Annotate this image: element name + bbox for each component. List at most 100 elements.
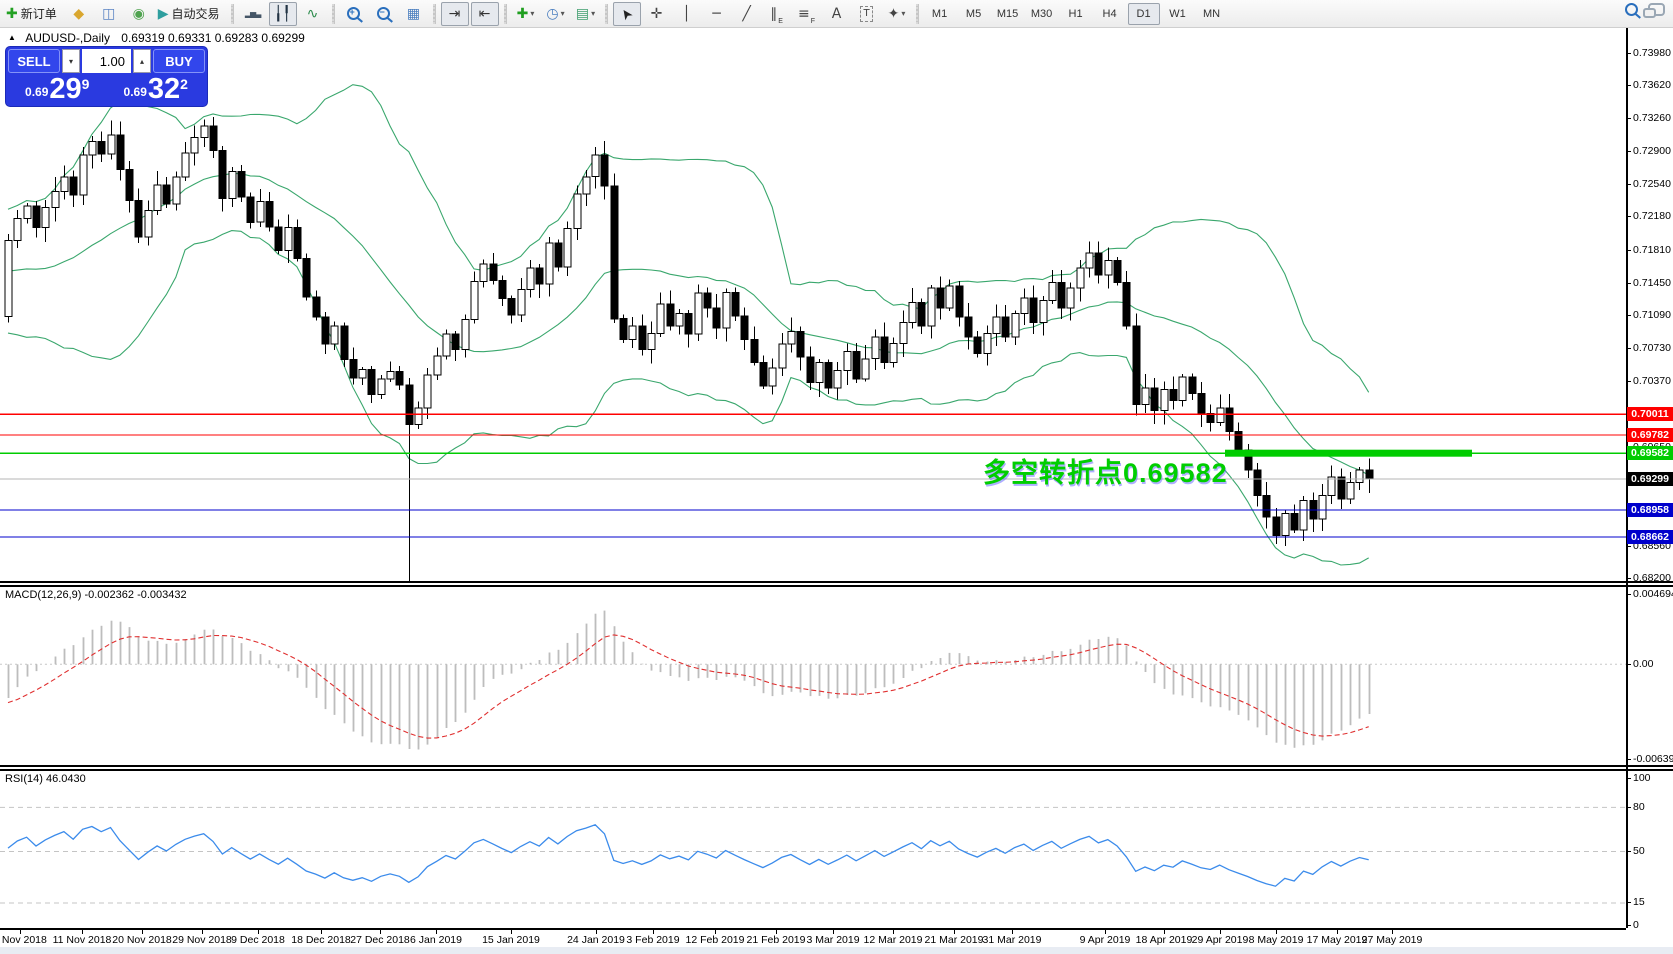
add-indicator-button[interactable]: ✚ ▾: [512, 2, 540, 26]
chart-shift-button[interactable]: ⇤: [470, 1, 499, 26]
timeframe-toolbar: M1 M5 M15 M30 H1 H4 D1 W1 MN: [923, 2, 1229, 25]
date-axis-label[interactable]: 27 May 2019: [1362, 934, 1423, 946]
price-axis-label: 0.71450: [1633, 276, 1671, 289]
timeframe-h4-button[interactable]: H4: [1094, 3, 1126, 25]
buy-price-big: 32: [147, 73, 181, 105]
timeframe-d1-button[interactable]: D1: [1127, 2, 1160, 25]
chat-icon[interactable]: [1643, 3, 1665, 18]
sell-price-sup: 9: [81, 76, 90, 92]
crosshair-button[interactable]: ✛: [643, 2, 671, 26]
zoom-in-button[interactable]: +: [340, 2, 368, 26]
price-axis-tick: [1626, 183, 1631, 185]
horizontal-line-button[interactable]: ─: [703, 2, 731, 26]
fibonacci-icon: ≡: [798, 5, 810, 22]
date-axis-label[interactable]: 12 Mar 2019: [864, 934, 923, 946]
search-icon[interactable]: [1625, 3, 1638, 16]
toolbar-separator: [604, 3, 608, 24]
equidistant-channel-sub-label: E: [778, 17, 783, 25]
timeframe-m5-button[interactable]: M5: [958, 3, 990, 25]
date-axis-label[interactable]: 9 Dec 2018: [231, 934, 285, 946]
trendline-button[interactable]: ╱: [733, 2, 761, 26]
date-axis-label[interactable]: 3 Feb 2019: [626, 934, 679, 946]
time-axis-border: [0, 928, 1626, 930]
date-axis-label[interactable]: 21 Feb 2019: [747, 934, 806, 946]
price-axis-tick: [1626, 315, 1631, 317]
timeframe-m1-button[interactable]: M1: [924, 3, 956, 25]
text-button[interactable]: A: [823, 2, 851, 26]
toolbar-separator: [331, 3, 335, 24]
fibonacci-button[interactable]: ≡ F: [793, 2, 821, 26]
chevron-down-icon: ▾: [530, 9, 535, 18]
volume-decrease-button[interactable]: ▾: [62, 49, 80, 73]
pane-separator[interactable]: [0, 765, 1673, 767]
periods-dropdown-button[interactable]: ◷ ▾: [542, 2, 570, 26]
panel-collapse-arrow[interactable]: ▲: [8, 33, 16, 42]
price-axis-tick: [1626, 118, 1631, 120]
timeframe-mn-button[interactable]: MN: [1196, 3, 1228, 25]
date-axis-label[interactable]: 27 Dec 2018: [350, 934, 410, 946]
price-axis-label: 0.73980: [1633, 46, 1671, 59]
signals-button[interactable]: ◉: [125, 2, 153, 26]
price-level-badge: 0.69582: [1627, 446, 1673, 461]
pane-separator[interactable]: [0, 768, 1673, 771]
date-axis-label[interactable]: 29 Apr 2019: [1192, 934, 1249, 946]
toolbar-separator: [915, 3, 919, 24]
price-axis-label: 0.72180: [1633, 210, 1671, 223]
timeframe-m30-button[interactable]: M30: [1026, 3, 1058, 25]
pane-separator[interactable]: [0, 584, 1673, 587]
vertical-line-button[interactable]: │: [673, 2, 701, 26]
tile-windows-button[interactable]: ▦: [400, 2, 428, 26]
date-axis-label[interactable]: 11 Nov 2018: [53, 934, 112, 946]
price-axis-label: 0.72540: [1633, 177, 1671, 190]
chevron-down-icon: ▾: [591, 9, 596, 18]
template-dropdown-button[interactable]: ▤ ▾: [572, 2, 600, 26]
buy-button[interactable]: BUY: [153, 49, 205, 73]
candlestick-chart-button[interactable]: ╽╿: [268, 1, 297, 26]
rsi-axis-tick: [1626, 851, 1631, 852]
price-axis-label: 0.71090: [1633, 309, 1671, 322]
price-level-badge: 0.68958: [1627, 503, 1673, 518]
timeframe-m15-button[interactable]: M15: [992, 3, 1024, 25]
date-axis-label[interactable]: 17 May 2019: [1307, 934, 1368, 946]
date-axis-label[interactable]: 29 Nov 2018: [172, 934, 232, 946]
new-order-button[interactable]: ✚ 新订单: [3, 2, 63, 26]
virtual-hosting-button[interactable]: ◫: [95, 2, 123, 26]
sell-price[interactable]: 0.69 29 9: [8, 74, 107, 104]
cursor-button[interactable]: ➤: [612, 1, 641, 26]
equidistant-channel-button[interactable]: ∥ E: [763, 2, 791, 26]
bar-chart-button[interactable]: ▂▅▃: [239, 2, 267, 26]
date-axis-label[interactable]: 31 Mar 2019: [983, 934, 1042, 946]
date-axis-label[interactable]: 24 Jan 2019: [567, 934, 625, 946]
date-axis-label[interactable]: 15 Jan 2019: [482, 934, 540, 946]
line-chart-button[interactable]: ∿: [299, 2, 327, 26]
price-axis-tick: [1626, 85, 1631, 87]
sell-button[interactable]: SELL: [8, 49, 60, 73]
arrows-icon: ✦: [887, 5, 900, 22]
price-axis-label: 0.73620: [1633, 79, 1671, 92]
mql5-market-button[interactable]: ◆: [65, 2, 93, 26]
date-axis-label[interactable]: 9 Apr 2019: [1080, 934, 1131, 946]
volume-increase-button[interactable]: ▴: [133, 49, 151, 73]
autotrading-button[interactable]: ▶ 自动交易: [155, 2, 226, 26]
date-axis-label[interactable]: 12 Feb 2019: [686, 934, 745, 946]
price-axis-tick: [1626, 150, 1631, 152]
date-axis-label[interactable]: 18 Apr 2019: [1136, 934, 1193, 946]
toolbar-separator: [230, 3, 234, 24]
date-axis-label[interactable]: 20 Nov 2018: [112, 934, 172, 946]
date-axis-label[interactable]: 1 Nov 2018: [0, 934, 47, 946]
date-axis-label[interactable]: 3 Mar 2019: [806, 934, 859, 946]
volume-input[interactable]: 1.00: [82, 49, 131, 73]
pane-separator[interactable]: [0, 581, 1673, 583]
chart-annotation-text[interactable]: 多空转折点0.69582: [983, 451, 1228, 490]
auto-scroll-button[interactable]: ⇥: [440, 1, 469, 26]
timeframe-w1-button[interactable]: W1: [1162, 3, 1194, 25]
timeframe-h1-button[interactable]: H1: [1060, 3, 1092, 25]
buy-price[interactable]: 0.69 32 2: [107, 73, 206, 105]
date-axis-label[interactable]: 8 May 2019: [1249, 934, 1304, 946]
date-axis-label[interactable]: 6 Jan 2019: [410, 934, 462, 946]
arrows-button[interactable]: ✦ ▾: [883, 2, 911, 26]
zoom-out-button[interactable]: −: [370, 2, 398, 26]
date-axis-label[interactable]: 18 Dec 2018: [291, 934, 351, 946]
label-button[interactable]: T: [853, 2, 881, 26]
date-axis-label[interactable]: 21 Mar 2019: [925, 934, 984, 946]
